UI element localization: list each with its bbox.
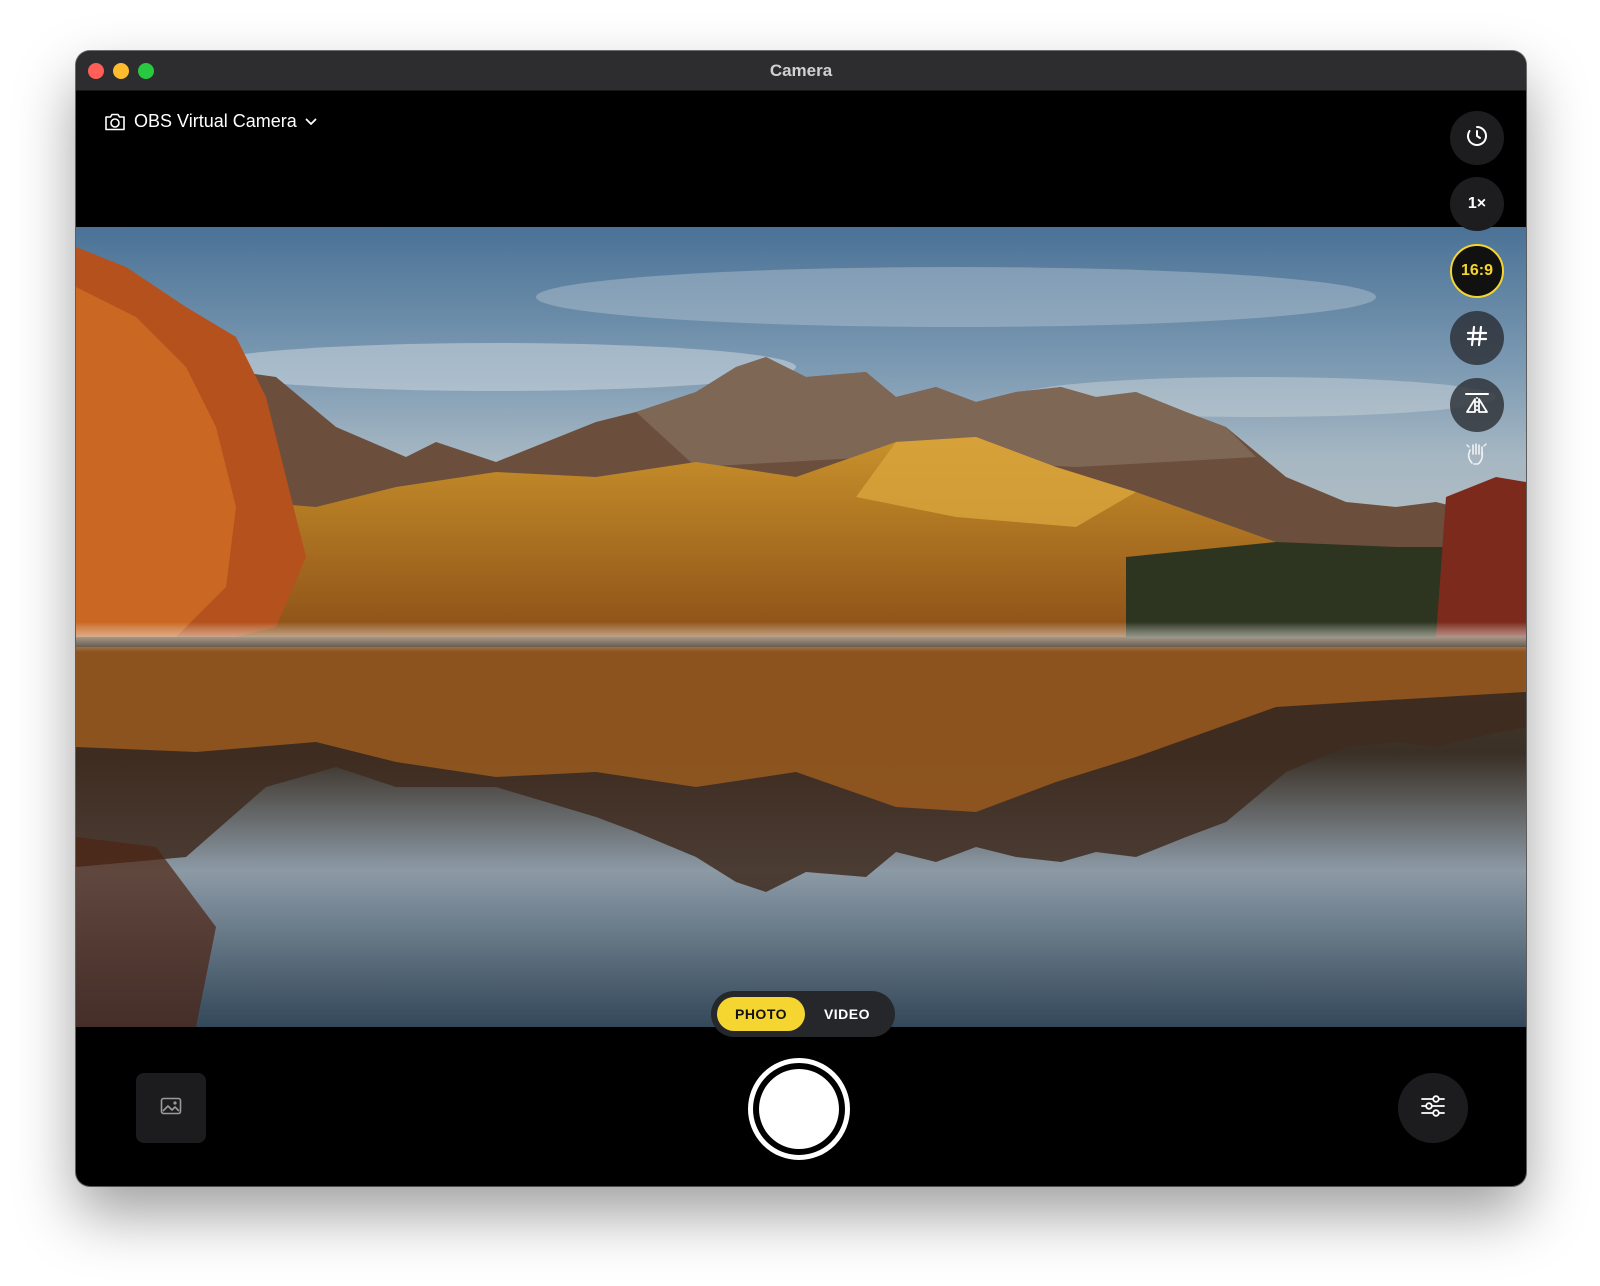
photo-library-icon (160, 1097, 182, 1120)
video-mode-button[interactable]: VIDEO (805, 997, 889, 1031)
timer-icon (1465, 124, 1489, 153)
shutter-button-inner (759, 1069, 839, 1149)
hand-gesture-icon (1464, 443, 1490, 471)
grid-icon (1466, 325, 1488, 352)
photo-library-button[interactable] (136, 1073, 206, 1143)
mirror-button[interactable] (1450, 378, 1504, 432)
zoom-label: 1× (1467, 195, 1487, 212)
aspect-ratio-label: 16:9 (1460, 262, 1494, 279)
chevron-down-icon (305, 118, 317, 126)
grid-button[interactable] (1450, 311, 1504, 365)
mirror-icon (1464, 391, 1490, 420)
camera-preview[interactable] (76, 227, 1526, 1027)
title-bar: Camera (76, 51, 1526, 91)
shutter-button[interactable] (748, 1058, 850, 1160)
settings-button[interactable] (1398, 1073, 1468, 1143)
sliders-icon (1420, 1094, 1446, 1123)
timer-button[interactable] (1450, 111, 1504, 165)
window-title: Camera (769, 61, 833, 80)
camera-window: Camera OBS Virtual Camera 1× 16:9 PHOTO … (76, 51, 1526, 1186)
camera-source-label: OBS Virtual Camera (134, 111, 297, 131)
aspect-ratio-button[interactable]: 16:9 (1450, 244, 1504, 298)
camera-source-picker[interactable]: OBS Virtual Camera (104, 111, 317, 132)
zoom-button[interactable]: 1× (1450, 177, 1504, 231)
camera-icon (104, 113, 126, 131)
photo-mode-button[interactable]: PHOTO (717, 997, 805, 1031)
hand-gesture-button[interactable] (1464, 441, 1490, 472)
capture-mode-switch: PHOTO VIDEO (711, 991, 895, 1037)
